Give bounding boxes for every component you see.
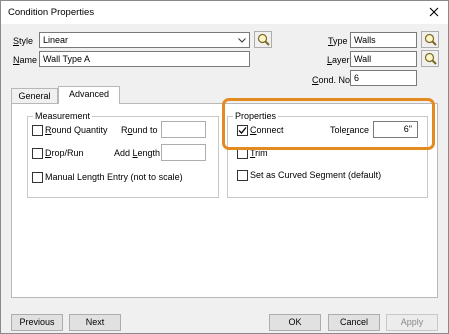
curved-segment-label: Set as Curved Segment (default) [250,170,382,180]
search-icon [424,33,437,46]
connect-checkbox[interactable] [237,125,248,136]
type-input[interactable]: Walls [350,32,417,48]
tab-general[interactable]: General [11,88,58,104]
trim-checkbox[interactable] [237,148,248,159]
advanced-tab-panel: Measurement Round Quantity Round to Drop… [11,103,438,298]
title-bar: Condition Properties [1,1,448,24]
tab-general-label: General [18,91,51,101]
layer-label: Layer [327,55,350,65]
type-search-button[interactable] [421,31,439,48]
layer-input[interactable]: Wall [350,51,417,67]
search-icon [424,52,437,65]
type-label: Type [328,36,348,46]
add-length-label: Add Length [114,148,161,158]
style-value: Linear [43,35,69,45]
tab-advanced[interactable]: Advanced [58,86,120,104]
tolerance-input[interactable]: 6" [373,121,418,138]
tolerance-value: 6" [403,124,412,134]
checkmark-icon [238,127,247,134]
trim-label: Trim [250,148,268,158]
name-input[interactable]: Wall Type A [39,51,250,67]
tab-advanced-label: Advanced [68,89,110,99]
cancel-button[interactable]: Cancel [328,314,380,331]
round-quantity-label: Round Quantity [45,125,108,135]
layer-value: Wall [354,54,372,64]
manual-length-label: Manual Length Entry (not to scale) [45,172,183,182]
name-label: Name [13,55,38,65]
window-title: Condition Properties [8,7,95,18]
layer-search-button[interactable] [421,50,439,67]
cond-no-input[interactable]: 6 [350,70,417,86]
round-quantity-checkbox[interactable] [32,125,43,136]
style-select[interactable]: Linear [39,32,250,48]
previous-button[interactable]: Previous [11,314,63,331]
measurement-group-title: Measurement [33,111,93,122]
round-to-input[interactable] [161,121,206,138]
properties-group-title: Properties [233,111,279,122]
drop-run-label: Drop/Run [45,148,84,158]
style-label: Style [13,36,34,46]
drop-run-checkbox[interactable] [32,148,43,159]
add-length-input[interactable] [161,144,206,161]
name-value: Wall Type A [43,54,91,64]
cond-no-label: Cond. No. [312,75,353,85]
connect-label: Connect [250,125,284,135]
round-to-label: Round to [121,125,158,135]
condition-properties-dialog: Condition Properties Style Linear Name W… [0,0,449,334]
search-icon [257,33,270,46]
curved-segment-checkbox[interactable] [237,170,248,181]
close-icon [429,7,439,17]
type-value: Walls [354,35,376,45]
cond-no-value: 6 [354,73,360,83]
ok-button[interactable]: OK [269,314,321,331]
next-button[interactable]: Next [69,314,121,331]
style-search-button[interactable] [254,31,272,48]
close-button[interactable] [424,3,444,21]
chevron-down-icon [237,33,247,47]
apply-button[interactable]: Apply [386,314,438,331]
manual-length-checkbox[interactable] [32,172,43,183]
tolerance-label: Tolerance [330,125,370,135]
